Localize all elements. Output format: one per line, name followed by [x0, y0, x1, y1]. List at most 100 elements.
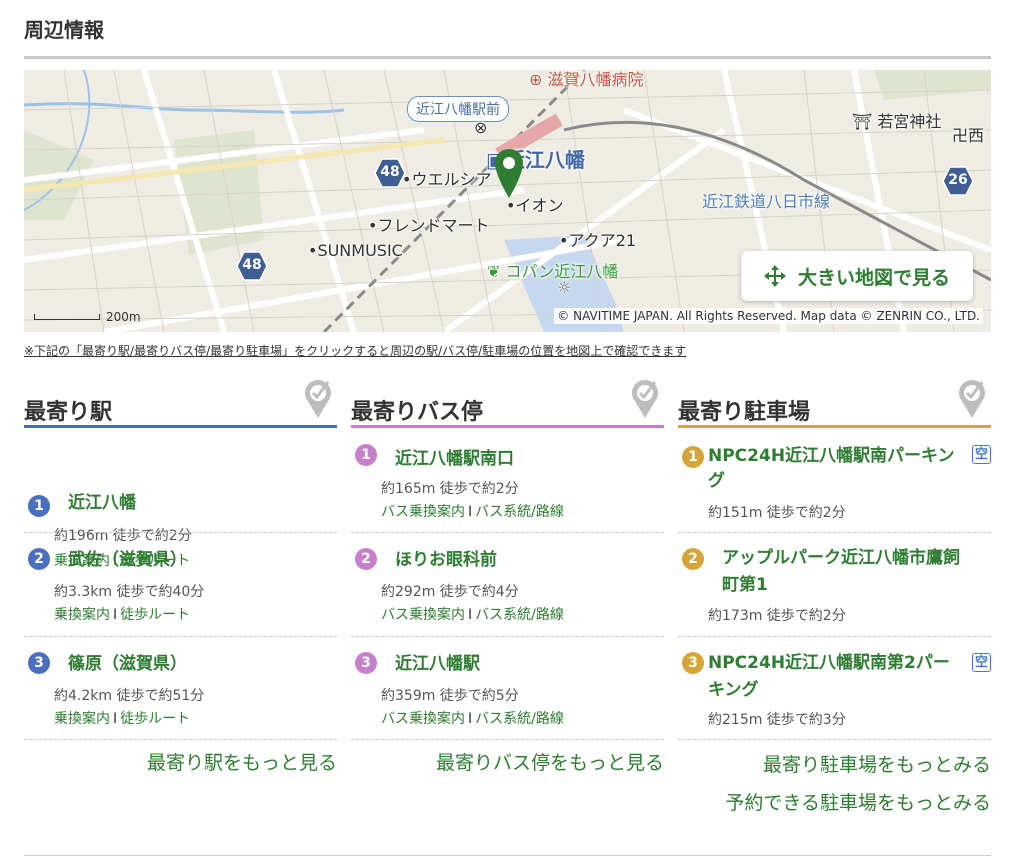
- item-name[interactable]: 武佐（滋賀県）: [68, 545, 187, 570]
- bus-transit-link[interactable]: バス乗換案内: [381, 607, 465, 623]
- vacancy-badge: 空: [971, 653, 991, 672]
- bus-transit-link[interactable]: バス乗換案内: [381, 504, 465, 520]
- map-label-welcia: •ウエルシア: [402, 170, 492, 189]
- route-badge: 26: [942, 166, 974, 196]
- divider: [351, 636, 664, 637]
- map-label-hospital: ⊕ 滋賀八幡病院: [529, 70, 644, 89]
- item-name[interactable]: 篠原（滋賀県）: [68, 649, 187, 674]
- big-map-label: 大きい地図で見る: [797, 266, 950, 289]
- sun-icon: ☼: [557, 278, 572, 297]
- map-pin-icon[interactable]: [494, 148, 524, 200]
- walk-route-link[interactable]: 徒歩ルート: [120, 607, 190, 623]
- item-distance: 約292m 徒歩で約4分: [381, 584, 519, 600]
- bus-transit-link[interactable]: バス乗換案内: [381, 711, 465, 727]
- big-map-button[interactable]: 大きい地図で見る: [741, 251, 973, 301]
- list-item[interactable]: 2 武佐（滋賀県） 約3.3km 徒歩で約40分 乗換案内 I 徒歩ルート: [24, 544, 337, 634]
- item-name[interactable]: 近江八幡駅南口: [395, 444, 514, 469]
- route-badge: 48: [236, 251, 268, 281]
- busstop-icon: ⊗: [474, 118, 488, 137]
- item-name[interactable]: アップルパーク近江八幡市鷹飼 町第1: [722, 545, 960, 599]
- item-distance: 約196m 徒歩で約2分: [54, 528, 192, 544]
- bus-route-link[interactable]: バス系統/路線: [475, 504, 564, 520]
- route-badge: 48: [374, 158, 406, 188]
- map-label-friendmart: •フレンドマート: [368, 216, 490, 235]
- rank-badge: 2: [355, 548, 377, 570]
- column-header[interactable]: 最寄りバス停: [351, 380, 664, 428]
- transit-link[interactable]: 乗換案内: [54, 607, 110, 623]
- divider: [351, 739, 664, 740]
- bus-route-link[interactable]: バス系統/路線: [475, 711, 564, 727]
- more-parking-link[interactable]: 最寄り駐車場をもっとみる: [763, 750, 991, 777]
- map-label-temple: 卍西: [952, 126, 985, 145]
- map-label-railway: 近江鉄道八日市線: [702, 192, 831, 211]
- rank-badge: 1: [682, 446, 704, 468]
- divider: [24, 855, 991, 856]
- column-title: 最寄り駅: [24, 400, 113, 425]
- list-item[interactable]: 2 ほりお眼科前 約292m 徒歩で約4分 バス乗換案内 I バス系統/路線: [351, 544, 664, 634]
- item-distance: 約215m 徒歩で約3分: [708, 712, 846, 728]
- move-arrows-icon: [763, 265, 786, 287]
- divider: [24, 56, 991, 59]
- rank-badge: 2: [682, 548, 704, 570]
- column-title: 最寄り駐車場: [678, 400, 811, 425]
- item-name[interactable]: NPC24H近江八幡駅南第2パー キング: [708, 650, 950, 704]
- divider: [678, 636, 991, 637]
- map-label-shrine: ⛩ 若宮神社: [852, 112, 942, 131]
- section-title: 周辺情報: [24, 18, 104, 42]
- rank-badge: 1: [355, 444, 377, 466]
- rank-badge: 3: [355, 652, 377, 674]
- item-distance: 約151m 徒歩で約2分: [708, 505, 846, 521]
- map[interactable]: ⊕ 滋賀八幡病院 近江八幡駅前 ⊗ ▣近江八幡 ⛩ 若宮神社 卍西 •ウエルシア…: [24, 70, 991, 332]
- map-label-sunmusic: •SUNMUSIC: [308, 241, 403, 260]
- item-links: 乗換案内 I 徒歩ルート: [54, 607, 191, 623]
- item-distance: 約4.2km 徒歩で約51分: [54, 688, 205, 704]
- map-scale: 200m: [34, 310, 141, 324]
- item-links: 乗換案内 I 徒歩ルート: [54, 711, 191, 727]
- more-bus-stops-link[interactable]: 最寄りバス停をもっと見る: [436, 748, 664, 775]
- rank-badge: 3: [28, 652, 50, 674]
- item-links: バス乗換案内 I バス系統/路線: [381, 711, 564, 727]
- item-distance: 約359m 徒歩で約5分: [381, 688, 519, 704]
- more-stations-link[interactable]: 最寄り駅をもっと見る: [147, 748, 337, 775]
- map-check-icon: [305, 380, 331, 418]
- item-name[interactable]: ほりお眼科前: [395, 545, 497, 570]
- transit-link[interactable]: 乗換案内: [54, 711, 110, 727]
- list-item[interactable]: 3 NPC24H近江八幡駅南第2パー キング 空 約215m 徒歩で約3分: [678, 648, 991, 738]
- nearest-parking-column: 最寄り駐車場: [678, 380, 991, 428]
- item-distance: 約165m 徒歩で約2分: [381, 481, 519, 497]
- divider: [24, 739, 337, 740]
- map-note: ※下記の「最寄り駅/最寄りバス停/最寄り駐車場」をクリックすると周辺の駅/バス停…: [24, 344, 687, 358]
- divider: [678, 739, 991, 740]
- rank-badge: 2: [28, 548, 50, 570]
- list-item[interactable]: 3 篠原（滋賀県） 約4.2km 徒歩で約51分 乗換案内 I 徒歩ルート: [24, 648, 337, 738]
- bus-route-link[interactable]: バス系統/路線: [475, 607, 564, 623]
- map-check-icon: [632, 380, 658, 418]
- nearest-station-column: 最寄り駅 1 近江八幡 約196m 徒歩で約2分 乗換案内 I 徒歩ルート: [24, 380, 337, 569]
- item-name[interactable]: 近江八幡駅: [395, 649, 480, 674]
- list-item[interactable]: 1 NPC24H近江八幡駅南パーキング 空 約151m 徒歩で約2分: [678, 440, 991, 530]
- column-header[interactable]: 最寄り駅: [24, 380, 337, 428]
- list-item[interactable]: 2 アップルパーク近江八幡市鷹飼 町第1 約173m 徒歩で約2分: [678, 544, 991, 634]
- column-title: 最寄りバス停: [351, 400, 484, 425]
- list-item[interactable]: 3 近江八幡駅 約359m 徒歩で約5分 バス乗換案内 I バス系統/路線: [351, 648, 664, 738]
- nearest-bus-stop-column: 最寄りバス停: [351, 380, 664, 428]
- item-links: バス乗換案内 I バス系統/路線: [381, 504, 564, 520]
- map-label-akua: •アクア21: [559, 231, 636, 250]
- divider: [351, 532, 664, 533]
- rank-badge: 1: [28, 495, 50, 517]
- rank-badge: 3: [682, 652, 704, 674]
- column-header[interactable]: 最寄り駐車場: [678, 380, 991, 428]
- list-item[interactable]: 1 近江八幡駅南口 約165m 徒歩で約2分 バス乗換案内 I バス系統/路線: [351, 440, 664, 530]
- map-check-icon: [959, 380, 985, 418]
- divider: [24, 636, 337, 637]
- item-name[interactable]: 近江八幡: [68, 491, 136, 516]
- item-distance: 約173m 徒歩で約2分: [708, 608, 846, 624]
- map-label-copan: ❦ コパン近江八幡: [487, 262, 619, 281]
- map-busstop-label[interactable]: 近江八幡駅前: [407, 96, 509, 122]
- item-name[interactable]: NPC24H近江八幡駅南パーキング: [708, 444, 955, 494]
- divider: [678, 532, 991, 533]
- list-item[interactable]: 1 近江八幡 約196m 徒歩で約2分 乗換案内 I 徒歩ルート: [24, 428, 337, 569]
- walk-route-link[interactable]: 徒歩ルート: [120, 711, 190, 727]
- reservable-parking-link[interactable]: 予約できる駐車場をもっとみる: [725, 788, 991, 815]
- item-links: バス乗換案内 I バス系統/路線: [381, 607, 564, 623]
